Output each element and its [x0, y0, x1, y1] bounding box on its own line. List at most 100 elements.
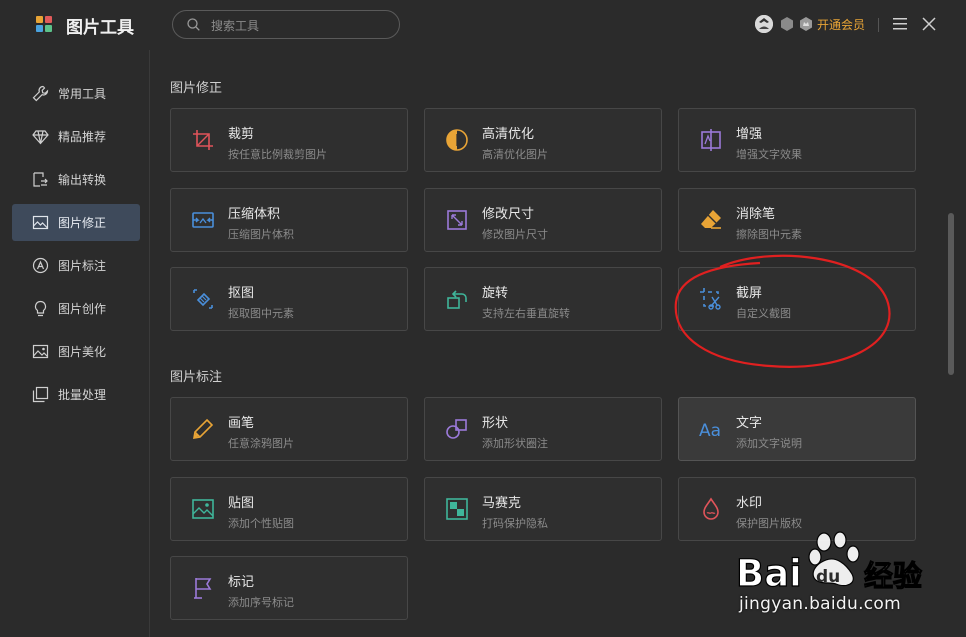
search-icon	[187, 18, 200, 31]
tool-card-pencil[interactable]: 画笔 任意涂鸦图片	[170, 397, 408, 461]
app-title: 图片工具	[66, 18, 134, 38]
watermark-icon	[703, 497, 719, 520]
sticker-icon	[192, 499, 214, 519]
tool-card-rotate[interactable]: 旋转 支持左右垂直旋转	[424, 267, 662, 331]
app-logo-icon	[36, 16, 52, 32]
eraser-icon	[701, 210, 721, 229]
card-desc: 压缩图片体积	[228, 228, 294, 241]
scrollbar-thumb[interactable]	[948, 213, 954, 375]
card-title: 形状	[482, 416, 509, 431]
card-desc: 按任意比例裁剪图片	[228, 148, 327, 161]
tool-card-crop[interactable]: 裁剪 按任意比例裁剪图片	[170, 108, 408, 172]
card-title: 马赛克	[482, 496, 522, 511]
baidu-watermark-logo: Bai du 经验	[736, 531, 923, 596]
image-beautify-icon	[32, 344, 49, 359]
tool-card-hd[interactable]: 高清优化 高清优化图片	[424, 108, 662, 172]
crop-icon	[193, 130, 213, 150]
tool-card-flag[interactable]: 标记 添加序号标记	[170, 556, 408, 620]
section-title: 图片标注	[170, 370, 223, 385]
tool-card-resize[interactable]: 修改尺寸 修改图片尺寸	[424, 188, 662, 252]
sidebar-item-common-tools[interactable]: 常用工具	[12, 75, 140, 112]
card-desc: 修改图片尺寸	[482, 228, 548, 241]
menu-icon[interactable]	[892, 17, 908, 31]
card-title: 压缩体积	[228, 207, 281, 222]
card-desc: 擦除图中元素	[736, 228, 802, 241]
card-desc: 保护图片版权	[736, 517, 802, 530]
card-desc: 添加个性贴图	[228, 517, 294, 530]
tool-card-text[interactable]: Aa 文字 添加文字说明	[678, 397, 916, 461]
vip-link[interactable]: 开通会员	[817, 16, 865, 33]
hd-icon	[446, 129, 468, 151]
tool-card-sticker[interactable]: 贴图 添加个性贴图	[170, 477, 408, 541]
tool-card-eraser[interactable]: 消除笔 擦除图中元素	[678, 188, 916, 252]
card-desc: 添加形状圈注	[482, 437, 548, 450]
card-title: 抠图	[228, 286, 255, 301]
sidebar-item-featured[interactable]: 精品推荐	[12, 118, 140, 155]
sidebar-item-output-convert[interactable]: 输出转换	[12, 161, 140, 198]
image-fix-icon	[32, 215, 49, 230]
card-title: 增强	[736, 127, 763, 142]
tool-card-shape[interactable]: 形状 添加形状圈注	[424, 397, 662, 461]
pencil-icon	[193, 418, 214, 439]
search-input[interactable]	[209, 15, 393, 37]
wrench-icon	[32, 85, 49, 102]
enhance-icon	[701, 129, 721, 151]
shape-icon	[446, 419, 467, 439]
card-title: 水印	[736, 496, 763, 511]
tool-card-compress[interactable]: 压缩体积 压缩图片体积	[170, 188, 408, 252]
card-desc: 抠取图中元素	[228, 307, 294, 320]
card-desc: 添加序号标记	[228, 596, 294, 609]
sidebar-item-image-fix[interactable]: 图片修正	[12, 204, 140, 241]
sidebar-item-label: 常用工具	[58, 87, 107, 101]
annotate-icon	[32, 257, 49, 274]
card-desc: 添加文字说明	[736, 437, 802, 450]
card-title: 画笔	[228, 416, 255, 431]
bulb-icon	[34, 300, 47, 317]
card-title: 修改尺寸	[482, 207, 535, 222]
sidebar-item-batch[interactable]: 批量处理	[12, 376, 140, 413]
title-bar: 图片工具 开通会员	[0, 0, 966, 50]
level-badge-icon	[781, 17, 793, 31]
sidebar-item-label: 输出转换	[58, 173, 107, 187]
convert-icon	[33, 172, 48, 187]
card-desc: 打码保护隐私	[482, 517, 548, 530]
sidebar-item-label: 图片标注	[58, 259, 107, 273]
sidebar: 常用工具 精品推荐 输出转换 图片修正 图片标注 图片创作 图片美化 批量处理	[0, 50, 150, 637]
watermark-brand: Bai	[736, 552, 802, 595]
card-title: 裁剪	[228, 127, 255, 142]
avatar[interactable]	[755, 15, 773, 33]
sidebar-item-label: 图片创作	[58, 302, 107, 316]
cutout-icon	[193, 289, 213, 309]
card-title: 旋转	[482, 286, 509, 301]
screenshot-icon	[700, 288, 721, 310]
card-desc: 任意涂鸦图片	[228, 437, 294, 450]
flag-icon	[194, 578, 212, 599]
tool-card-mosaic[interactable]: 马赛克 打码保护隐私	[424, 477, 662, 541]
card-title: 消除笔	[736, 207, 776, 222]
sidebar-item-image-annotate[interactable]: 图片标注	[12, 247, 140, 284]
tool-card-screenshot[interactable]: 截屏 自定义截图	[678, 267, 916, 331]
watermark-brand-du: du	[816, 567, 840, 587]
user-avatar-icon	[755, 15, 773, 33]
watermark-brand-jingyan: 经验	[864, 559, 922, 593]
tool-card-enhance[interactable]: 增强 增强文字效果	[678, 108, 916, 172]
sidebar-item-image-beautify[interactable]: 图片美化	[12, 333, 140, 370]
tool-card-cutout[interactable]: 抠图 抠取图中元素	[170, 267, 408, 331]
sidebar-item-label: 图片修正	[58, 216, 107, 230]
watermark-url: jingyan.baidu.com	[739, 594, 901, 614]
card-title: 贴图	[228, 496, 255, 511]
card-title: 标记	[228, 575, 255, 590]
close-icon[interactable]	[921, 16, 937, 32]
card-title: 文字	[736, 416, 763, 431]
search-box[interactable]	[172, 10, 400, 39]
svg-text:Aa: Aa	[699, 421, 721, 441]
sidebar-item-image-create[interactable]: 图片创作	[12, 290, 140, 327]
card-desc: 高清优化图片	[482, 148, 548, 161]
batch-icon	[32, 386, 49, 403]
card-title: 截屏	[736, 286, 763, 301]
diamond-icon	[32, 130, 49, 145]
sidebar-item-label: 精品推荐	[58, 130, 107, 144]
card-desc: 增强文字效果	[736, 148, 802, 161]
vip-badge-icon	[800, 17, 812, 31]
compress-icon	[192, 212, 214, 228]
